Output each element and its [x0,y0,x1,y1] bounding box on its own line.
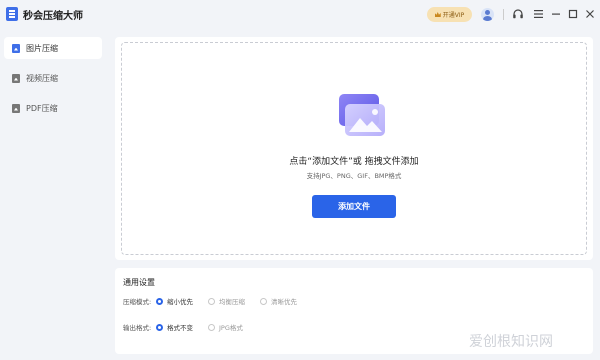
maximize-icon[interactable] [566,6,580,22]
drop-instruction-text: 点击“添加文件”或 拖拽文件添加 [289,157,419,167]
title-bar: 秒会压缩大师 开通VIP [0,0,600,30]
supported-formats-text: 支持JPG、PNG、GIF、BMP格式 [306,172,402,180]
open-vip-button[interactable]: 开通VIP [427,7,472,22]
sidebar-item-video-compress[interactable]: 视频压缩 [4,67,102,89]
compress-mode-label: 压缩模式: [123,298,152,306]
crown-icon [434,12,441,17]
video-icon [12,73,20,83]
settings-title: 通用设置 [123,278,155,287]
app-logo-icon [6,7,18,21]
titlebar-divider [503,9,504,20]
close-icon[interactable] [583,6,597,22]
radio-label: 清晰优先 [271,298,297,306]
upload-panel: 点击“添加文件”或 拖拽文件添加 支持JPG、PNG、GIF、BMP格式 添加文… [115,37,593,260]
radio-button[interactable] [260,297,267,305]
image-upload-illustration-icon [339,94,385,136]
sidebar-item-image-compress[interactable]: 图片压缩 [4,37,102,59]
headset-icon[interactable] [511,6,525,22]
watermark: 爱创根知识网 [469,334,553,350]
radio-keep-format[interactable]: 格式不变 [156,322,193,332]
radio-label: JPG格式 [219,324,243,332]
radio-jpg-format[interactable]: JPG格式 [208,322,243,332]
radio-button[interactable] [156,323,163,331]
radio-label: 均衡压缩 [219,298,245,306]
radio-button[interactable] [208,297,215,305]
radio-button[interactable] [156,297,163,305]
radio-label: 缩小优先 [167,298,193,306]
output-format-label: 输出格式: [123,324,152,332]
radio-size-priority[interactable]: 缩小优先 [156,296,193,306]
minimize-icon[interactable] [549,6,563,22]
sidebar-item-label: 图片压缩 [26,43,58,53]
sidebar: 图片压缩 视频压缩 PDF压缩 [0,30,110,360]
output-format-row: 输出格式: 格式不变 JPG格式 [123,321,258,333]
radio-button[interactable] [208,323,215,331]
sidebar-item-label: PDF压缩 [26,103,58,113]
pdf-icon [12,103,20,113]
radio-clarity-priority[interactable]: 清晰优先 [260,296,297,306]
avatar[interactable] [481,8,494,21]
file-dropzone[interactable]: 点击“添加文件”或 拖拽文件添加 支持JPG、PNG、GIF、BMP格式 添加文… [121,42,587,255]
sidebar-item-label: 视频压缩 [26,73,58,83]
radio-label: 格式不变 [167,324,193,332]
add-file-button[interactable]: 添加文件 [312,195,396,218]
image-icon [12,43,20,53]
radio-balanced[interactable]: 均衡压缩 [208,296,245,306]
compress-mode-row: 压缩模式: 缩小优先 均衡压缩 清晰优先 [123,295,312,307]
vip-label: 开通VIP [442,12,465,19]
app-title: 秒会压缩大师 [23,11,83,22]
sidebar-item-pdf-compress[interactable]: PDF压缩 [4,97,102,119]
menu-icon[interactable] [531,6,545,22]
